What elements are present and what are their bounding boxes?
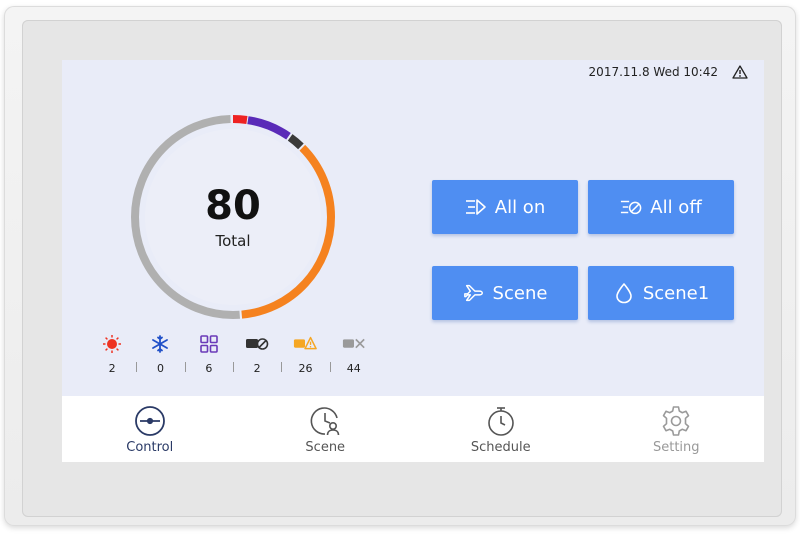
device-warning-icon — [293, 334, 318, 354]
stat-value: 2 — [108, 362, 116, 375]
screen: 2017.11.8 Wed 10:42 80 Total 2 0 6 2 26 … — [62, 60, 764, 462]
stat-value: 6 — [205, 362, 213, 375]
device-offline-icon — [342, 334, 366, 354]
tab-control[interactable]: Control — [62, 396, 238, 462]
heat-icon — [100, 334, 124, 354]
device-off-icon — [245, 334, 269, 354]
scene1-button[interactable]: Scene1 — [588, 266, 734, 320]
tab-schedule[interactable]: Schedule — [413, 396, 589, 462]
gauge-label: Total — [215, 232, 251, 250]
all-on-icon — [465, 196, 487, 218]
gauge-value: 80 — [205, 183, 261, 229]
tab-setting-label: Setting — [652, 439, 700, 455]
stat-value: 26 — [298, 362, 313, 375]
clock-user-icon — [310, 406, 340, 435]
gauge-center: 80 Total — [128, 112, 338, 322]
stopwatch-icon — [487, 406, 514, 436]
airplane-icon — [463, 282, 485, 304]
snowflake-icon — [148, 334, 172, 354]
all-off-label: All off — [650, 196, 702, 218]
stat-value: 2 — [253, 362, 261, 375]
device-bezel: 2017.11.8 Wed 10:42 80 Total 2 0 6 2 26 … — [22, 20, 782, 517]
bottom-nav: Control Scene Schedule Setting — [62, 396, 764, 462]
tab-schedule-label: Schedule — [470, 439, 531, 455]
total-gauge[interactable]: 80 Total — [128, 112, 338, 322]
droplet-icon — [613, 282, 635, 304]
stat-device-offline[interactable]: 44 — [329, 334, 378, 375]
all-on-label: All on — [494, 196, 546, 218]
gear-icon — [662, 405, 690, 436]
stat-value: 44 — [346, 362, 361, 375]
scene-button[interactable]: Scene — [432, 266, 578, 320]
stat-grid[interactable]: 6 — [184, 334, 233, 375]
stat-device-off[interactable]: 2 — [232, 334, 281, 375]
device-stats: 2 0 6 2 26 44 — [88, 334, 378, 375]
tab-scene[interactable]: Scene — [238, 396, 414, 462]
scene1-label: Scene1 — [642, 282, 710, 304]
stat-device-warning[interactable]: 26 — [281, 334, 329, 375]
tab-control-label: Control — [126, 439, 174, 455]
status-bar: 2017.11.8 Wed 10:42 — [589, 62, 748, 82]
device-frame: 2017.11.8 Wed 10:42 80 Total 2 0 6 2 26 … — [4, 6, 796, 526]
all-off-icon — [620, 196, 642, 218]
scene-label: Scene — [492, 282, 548, 304]
all-on-button[interactable]: All on — [432, 180, 578, 234]
datetime: 2017.11.8 Wed 10:42 — [588, 65, 718, 79]
warning-icon[interactable] — [732, 64, 748, 80]
stat-value: 0 — [156, 362, 164, 375]
all-off-button[interactable]: All off — [588, 180, 734, 234]
stat-heating[interactable]: 2 — [88, 334, 136, 375]
stat-cooling[interactable]: 0 — [136, 334, 184, 375]
grid-icon — [197, 334, 221, 354]
tab-scene-label: Scene — [305, 439, 346, 455]
control-icon — [134, 405, 165, 436]
tab-setting[interactable]: Setting — [589, 396, 765, 462]
